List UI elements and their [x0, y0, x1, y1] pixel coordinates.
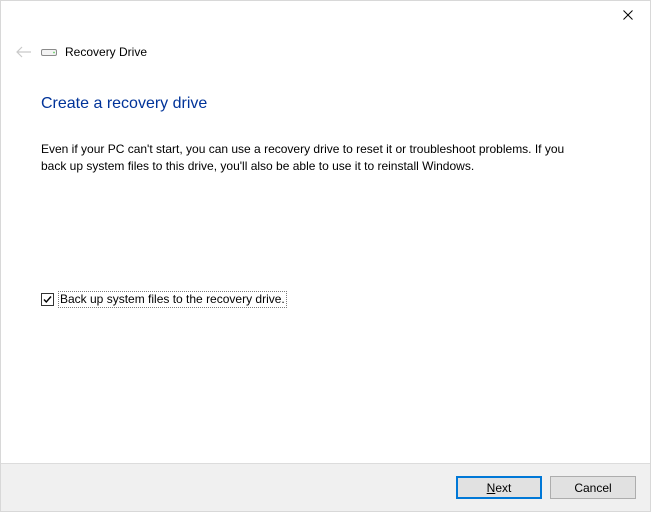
close-icon: [623, 10, 633, 20]
header-row: Recovery Drive: [1, 29, 650, 65]
footer-button-bar: Next Cancel: [1, 463, 650, 511]
close-button[interactable]: [605, 1, 650, 29]
titlebar: [1, 1, 650, 29]
backup-checkbox[interactable]: [41, 293, 54, 306]
back-arrow-icon: [16, 46, 32, 58]
page-description: Even if your PC can't start, you can use…: [41, 141, 581, 175]
backup-checkbox-row[interactable]: Back up system files to the recovery dri…: [41, 291, 287, 308]
back-button: [15, 43, 33, 61]
backup-checkbox-label: Back up system files to the recovery dri…: [58, 291, 287, 308]
cancel-button[interactable]: Cancel: [550, 476, 636, 499]
checkmark-icon: [42, 294, 53, 305]
recovery-drive-wizard-window: Recovery Drive Create a recovery drive E…: [0, 0, 651, 512]
next-button-accel: N: [487, 481, 496, 495]
page-title: Create a recovery drive: [41, 95, 610, 113]
next-button-rest: ext: [495, 481, 511, 495]
drive-icon: [41, 46, 57, 58]
header-title: Recovery Drive: [65, 45, 147, 59]
cancel-button-label: Cancel: [574, 481, 611, 495]
next-button[interactable]: Next: [456, 476, 542, 499]
content-area: Create a recovery drive Even if your PC …: [1, 65, 650, 175]
